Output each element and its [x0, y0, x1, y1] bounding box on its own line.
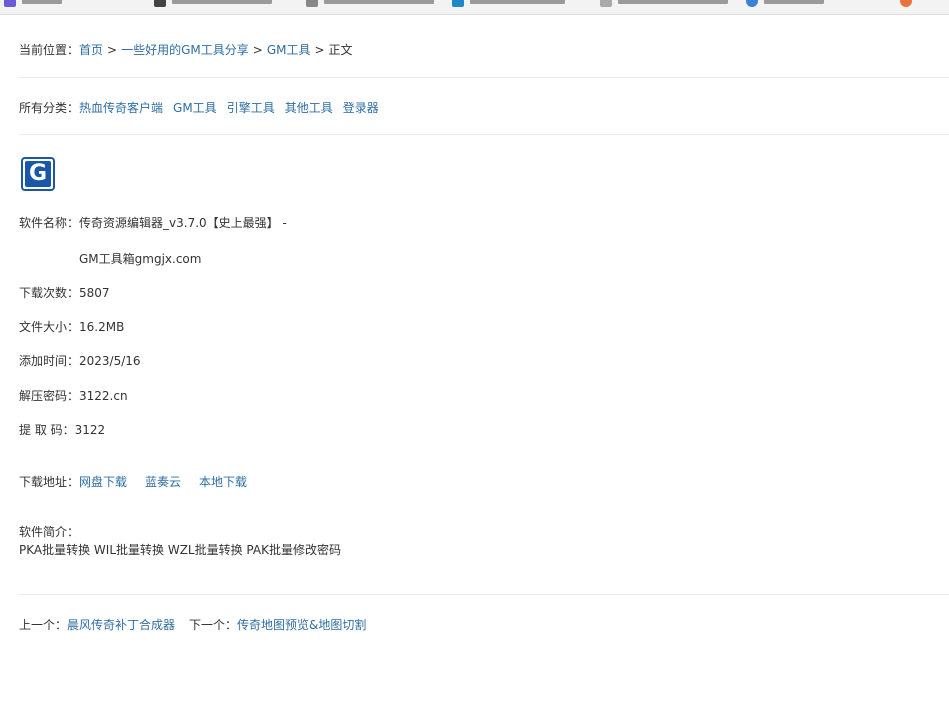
breadcrumb-home-link[interactable]: 首页: [79, 43, 103, 57]
download-links-row: 下载地址：网盘下载 蓝奏云 本地下载: [19, 473, 265, 490]
software-name-label: 软件名称：: [19, 216, 80, 230]
breadcrumb-separator: >: [314, 43, 325, 57]
tab-favicon-icon: [600, 0, 612, 7]
password-label: 解压密码：: [19, 389, 80, 403]
download-label: 下载地址：: [19, 475, 80, 489]
lanzou-download-link[interactable]: 蓝奏云: [145, 475, 181, 489]
divider: [19, 134, 949, 135]
category-link-other-tools[interactable]: 其他工具: [285, 101, 333, 115]
intro-text-row: PKA批量转换 WIL批量转换 WZL批量转换 PAK批量修改密码: [19, 541, 341, 558]
breadcrumb-subcategory-link[interactable]: GM工具: [267, 43, 311, 57]
added-date-row: 添加时间：2023/5/16: [19, 352, 141, 369]
browser-tab[interactable]: [600, 0, 728, 8]
breadcrumb-separator: >: [252, 43, 263, 57]
software-name-row: 软件名称：传奇资源编辑器_v3.7.0【史上最强】 -: [19, 214, 287, 231]
gm-logo-icon: G: [21, 157, 55, 191]
intro-label: 软件简介：: [19, 525, 80, 539]
breadcrumb-separator: >: [107, 43, 118, 57]
breadcrumb: 当前位置：首页 > 一些好用的GM工具分享 > GM工具 > 正文: [19, 41, 353, 58]
extract-code-value: 3122: [74, 423, 106, 437]
divider: [19, 594, 949, 595]
browser-tab[interactable]: [154, 0, 272, 8]
prev-next-nav: 上一个：晨风传奇补丁合成器 下一个：传奇地图预览&地图切割: [19, 616, 366, 633]
tab-favicon-icon: [154, 0, 166, 7]
tab-favicon-icon: [4, 0, 16, 7]
breadcrumb-current: 正文: [328, 43, 353, 57]
file-size-row: 文件大小：16.2MB: [19, 318, 124, 335]
tab-favicon-icon: [900, 0, 912, 7]
category-link-engine-tools[interactable]: 引擎工具: [227, 101, 275, 115]
added-date-label: 添加时间：: [19, 354, 80, 368]
password-row: 解压密码：3122.cn: [19, 387, 128, 404]
browser-tab[interactable]: [746, 0, 824, 8]
prev-label: 上一个：: [19, 618, 68, 632]
file-size-label: 文件大小：: [19, 320, 80, 334]
category-link-gm-tools[interactable]: GM工具: [173, 101, 217, 115]
file-size-value: 16.2MB: [79, 320, 125, 334]
intro-label-row: 软件简介：: [19, 523, 79, 540]
category-link-launcher[interactable]: 登录器: [343, 101, 379, 115]
breadcrumb-label: 当前位置：: [19, 43, 80, 57]
extract-code-row: 提 取 码：3122: [19, 421, 105, 438]
tab-favicon-icon: [452, 0, 464, 7]
extract-code-label: 提 取 码：: [19, 423, 75, 437]
divider: [19, 77, 949, 78]
downloads-row: 下载次数：5807: [19, 284, 110, 301]
category-link-client[interactable]: 热血传奇客户端: [79, 101, 163, 115]
tab-favicon-icon: [746, 0, 758, 7]
password-value: 3122.cn: [79, 389, 128, 403]
prev-article-link[interactable]: 晨风传奇补丁合成器: [67, 618, 175, 632]
browser-tab[interactable]: [306, 0, 434, 8]
intro-text: PKA批量转换 WIL批量转换 WZL批量转换 PAK批量修改密码: [19, 543, 341, 557]
netdisk-download-link[interactable]: 网盘下载: [79, 475, 127, 489]
next-label: 下一个：: [189, 618, 238, 632]
downloads-label: 下载次数：: [19, 286, 80, 300]
category-nav: 所有分类：热血传奇客户端 GM工具 引擎工具 其他工具 登录器: [19, 99, 389, 116]
software-name-value: 传奇资源编辑器_v3.7.0【史上最强】 -: [79, 216, 287, 230]
local-download-link[interactable]: 本地下载: [199, 475, 247, 489]
browser-tab[interactable]: [452, 0, 565, 8]
browser-tab[interactable]: [4, 0, 62, 8]
next-article-link[interactable]: 传奇地图预览&地图切割: [237, 618, 366, 632]
software-name-value-line2: GM工具箱gmgjx.com: [79, 252, 202, 266]
tab-favicon-icon: [306, 0, 318, 7]
browser-tab[interactable]: [900, 0, 918, 8]
logo-letter: G: [25, 161, 51, 187]
category-label: 所有分类：: [19, 101, 80, 115]
downloads-value: 5807: [79, 286, 110, 300]
browser-tab-strip: [0, 0, 949, 15]
breadcrumb-category-link[interactable]: 一些好用的GM工具分享: [121, 43, 249, 57]
software-name-row-2: GM工具箱gmgjx.com: [79, 250, 201, 267]
added-date-value: 2023/5/16: [79, 354, 141, 368]
